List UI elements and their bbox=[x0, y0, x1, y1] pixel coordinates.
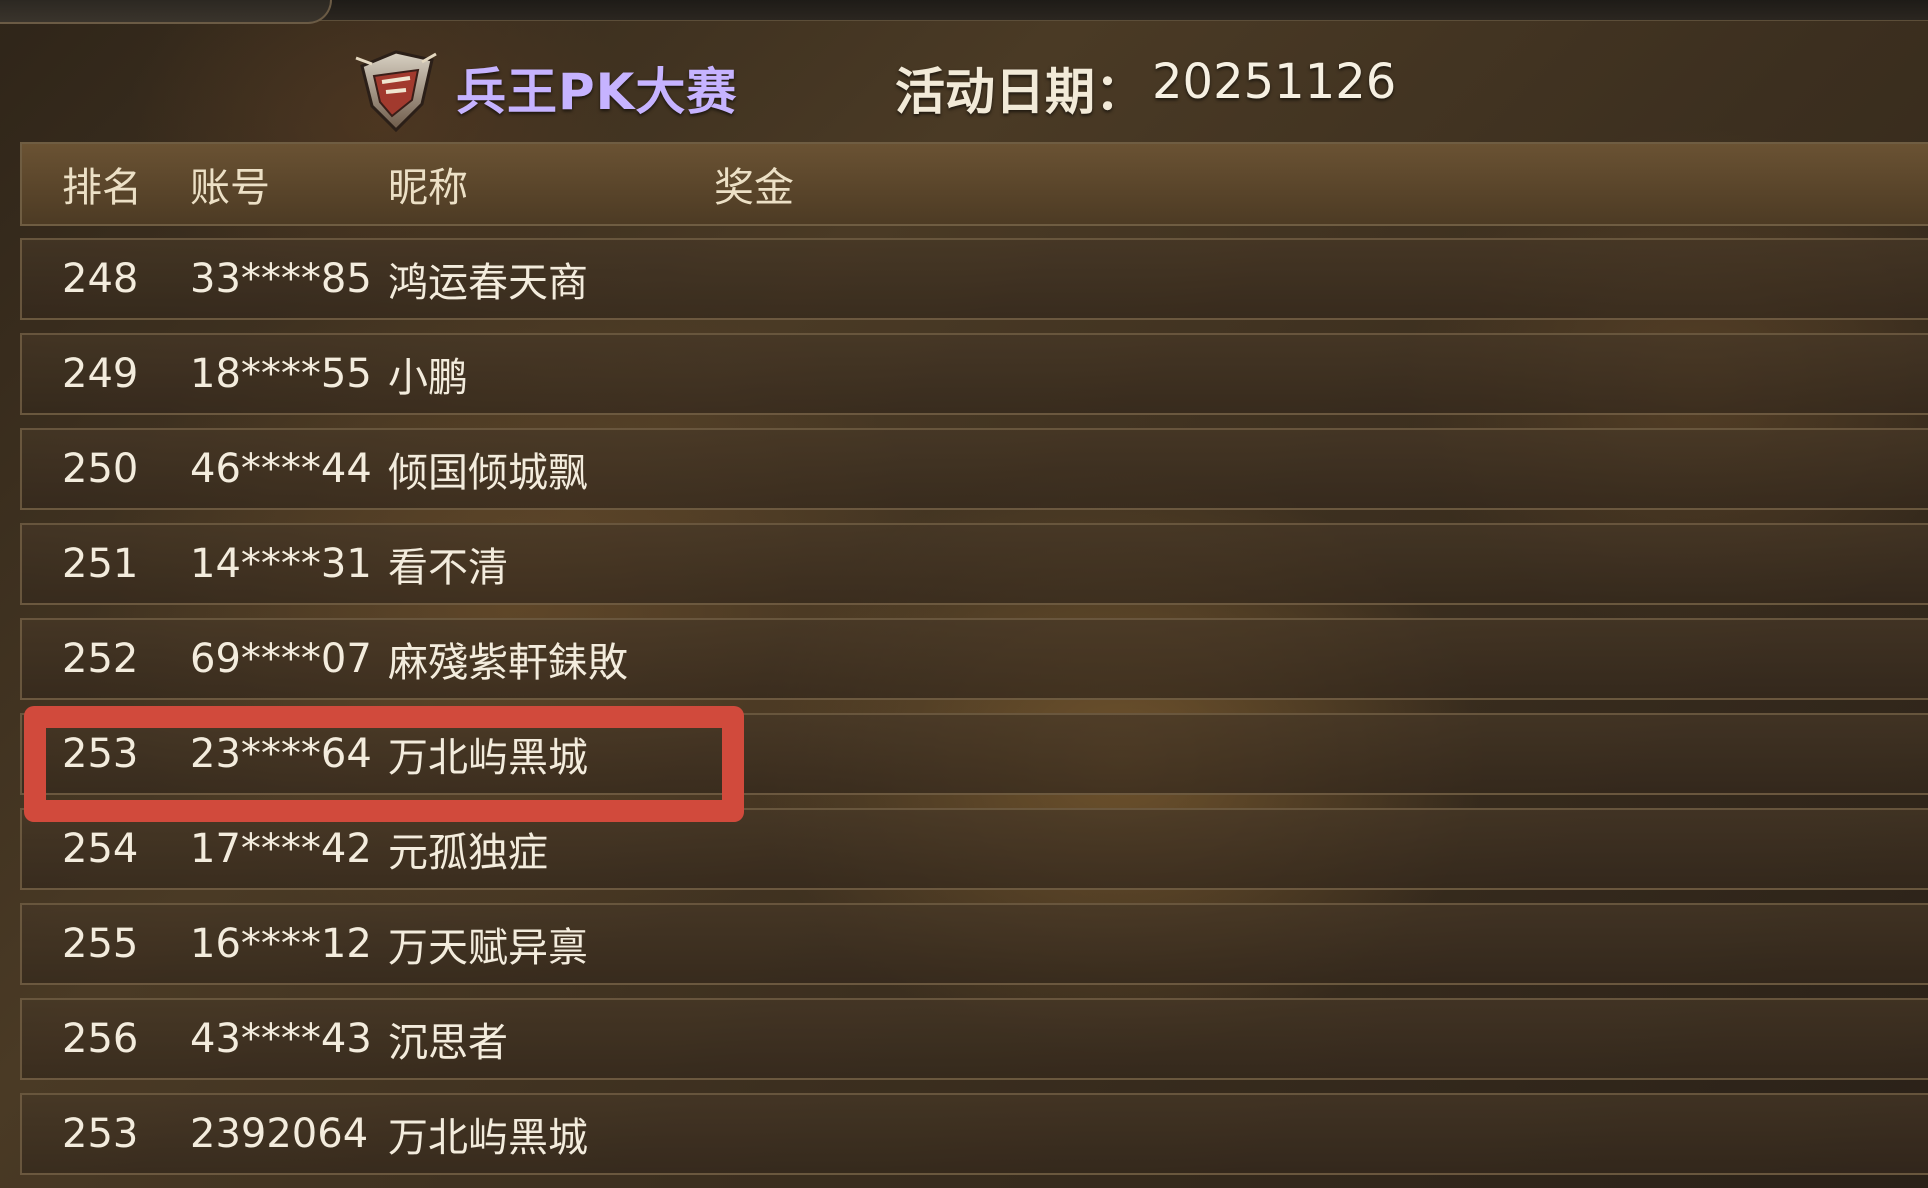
account-cell: 16****12 bbox=[190, 921, 372, 967]
table-row-highlighted[interactable]: 253 23****64 万北屿黑城 bbox=[20, 713, 1928, 795]
account-cell: 18****55 bbox=[190, 351, 372, 397]
ranking-table: 排名 账号 昵称 奖金 248 33****85 鸿运春天商 249 18***… bbox=[20, 142, 1928, 1188]
rank-cell: 253 bbox=[62, 1111, 139, 1157]
rank-cell: 248 bbox=[62, 256, 139, 302]
nickname-cell: 看不清 bbox=[388, 545, 508, 591]
table-header: 排名 账号 昵称 奖金 bbox=[20, 142, 1928, 226]
column-header-account: 账号 bbox=[190, 165, 270, 211]
account-cell: 14****31 bbox=[190, 541, 372, 587]
account-cell: 69****07 bbox=[190, 636, 372, 682]
event-date-label: 活动日期： bbox=[895, 63, 1145, 121]
rank-cell: 251 bbox=[62, 541, 139, 587]
column-header-rank: 排名 bbox=[62, 165, 142, 211]
account-cell: 23****64 bbox=[190, 731, 372, 777]
account-cell: 17****42 bbox=[190, 826, 372, 872]
rank-cell: 256 bbox=[62, 1016, 139, 1062]
column-header-prize: 奖金 bbox=[714, 165, 794, 211]
account-cell: 33****85 bbox=[190, 256, 372, 302]
account-cell: 2392064 bbox=[190, 1111, 369, 1157]
nickname-cell: 元孤独症 bbox=[388, 830, 548, 876]
event-date-value: 20251126 bbox=[1152, 54, 1397, 110]
table-row[interactable]: 248 33****85 鸿运春天商 bbox=[20, 238, 1928, 320]
event-header: 兵王PK大赛 活动日期： 20251126 bbox=[0, 22, 1928, 142]
account-cell: 46****44 bbox=[190, 446, 372, 492]
nickname-cell: 万天赋异禀 bbox=[388, 925, 588, 971]
rank-cell: 250 bbox=[62, 446, 139, 492]
table-row[interactable]: 253 2392064 万北屿黑城 bbox=[20, 1093, 1928, 1175]
event-title: 兵王PK大赛 bbox=[456, 63, 738, 121]
table-row[interactable]: 256 43****43 沉思者 bbox=[20, 998, 1928, 1080]
table-row[interactable]: 254 17****42 元孤独症 bbox=[20, 808, 1928, 890]
rank-cell: 255 bbox=[62, 921, 139, 967]
nickname-cell: 沉思者 bbox=[388, 1020, 508, 1066]
table-row[interactable]: 255 16****12 万天赋异禀 bbox=[20, 903, 1928, 985]
account-cell: 43****43 bbox=[190, 1016, 372, 1062]
rank-cell: 254 bbox=[62, 826, 139, 872]
rank-cell: 253 bbox=[62, 731, 139, 777]
nickname-cell: 万北屿黑城 bbox=[388, 735, 588, 781]
pk-emblem-icon bbox=[355, 50, 437, 133]
top-tab-edge bbox=[0, 0, 332, 24]
table-row[interactable]: 251 14****31 看不清 bbox=[20, 523, 1928, 605]
column-header-nickname: 昵称 bbox=[388, 165, 468, 211]
nickname-cell: 麻殘紫軒銇敗 bbox=[388, 640, 628, 686]
nickname-cell: 倾国倾城飘 bbox=[388, 450, 588, 496]
nickname-cell: 万北屿黑城 bbox=[388, 1115, 588, 1161]
table-body: 248 33****85 鸿运春天商 249 18****55 小鹏 250 4… bbox=[20, 238, 1928, 1175]
table-row[interactable]: 250 46****44 倾国倾城飘 bbox=[20, 428, 1928, 510]
table-row[interactable]: 252 69****07 麻殘紫軒銇敗 bbox=[20, 618, 1928, 700]
nickname-cell: 鸿运春天商 bbox=[388, 260, 588, 306]
nickname-cell: 小鹏 bbox=[388, 355, 468, 401]
table-row[interactable]: 249 18****55 小鹏 bbox=[20, 333, 1928, 415]
rank-cell: 249 bbox=[62, 351, 139, 397]
rank-cell: 252 bbox=[62, 636, 139, 682]
